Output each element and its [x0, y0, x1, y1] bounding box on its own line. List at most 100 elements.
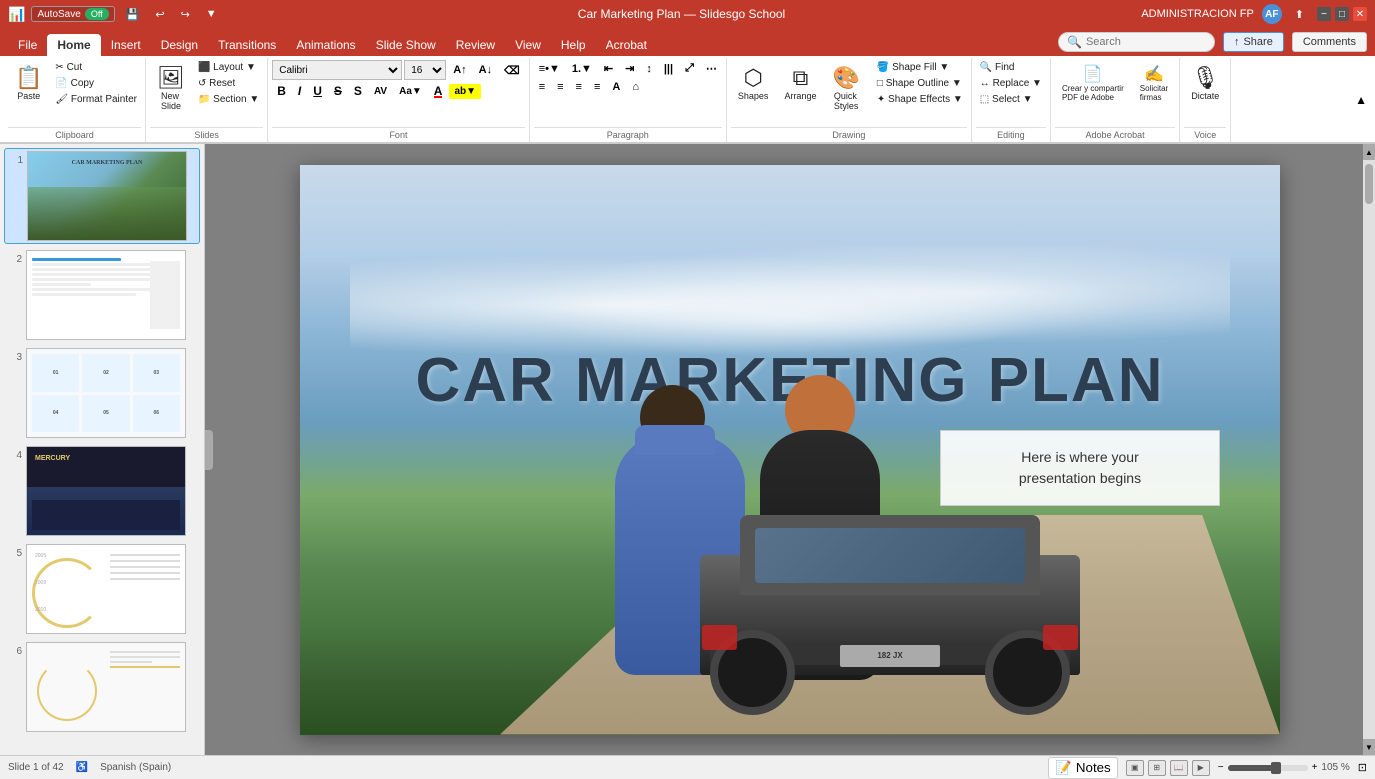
slide-thumbnail-3[interactable]: 3 01 02 03 04 05 06 — [4, 346, 200, 440]
tab-home[interactable]: Home — [47, 34, 100, 56]
find-button[interactable]: 🔍 Find — [976, 60, 1046, 75]
numbering-button[interactable]: 1.▼ — [567, 61, 597, 77]
slide-sorter-button[interactable]: ⊞ — [1148, 760, 1166, 776]
paste-button[interactable]: 📋 Paste — [8, 60, 49, 106]
decrease-indent-button[interactable]: ⇤ — [599, 60, 618, 77]
tab-view[interactable]: View — [505, 34, 551, 56]
align-right-button[interactable]: ≡ — [571, 79, 587, 95]
undo-button[interactable]: ↩ — [150, 6, 169, 23]
presentation-view-button[interactable]: ▶ — [1192, 760, 1210, 776]
zoom-thumb[interactable] — [1271, 762, 1281, 774]
shape-outline-button[interactable]: □ Shape Outline ▼ — [873, 76, 967, 91]
redo-button[interactable]: ↪ — [176, 6, 195, 23]
line-spacing-button[interactable]: ↕ — [641, 61, 657, 77]
slide-thumbnail-1[interactable]: 1 CAR MARKETING PLAN — [4, 148, 200, 244]
shapes-button[interactable]: ⬡ Shapes — [731, 60, 776, 106]
clear-format-button[interactable]: ⌫ — [499, 62, 525, 79]
new-slide-button[interactable]: 🖼 NewSlide — [150, 60, 192, 116]
zoom-slider[interactable] — [1228, 765, 1308, 771]
tab-insert[interactable]: Insert — [101, 34, 151, 56]
scroll-up-button[interactable]: ▲ — [1363, 144, 1375, 160]
shape-fill-button[interactable]: 🪣 Shape Fill ▼ — [873, 60, 967, 75]
columns-button[interactable]: ||| — [659, 61, 678, 77]
maximize-button[interactable]: □ — [1335, 7, 1349, 21]
autosave-control[interactable]: AutoSave Off — [31, 6, 114, 22]
underline-button[interactable]: U — [308, 82, 327, 100]
bullets-button[interactable]: ≡•▼ — [534, 61, 565, 77]
slide-thumbnail-2[interactable]: 2 — [4, 248, 200, 342]
bold-button[interactable]: B — [272, 82, 291, 100]
scroll-thumb[interactable] — [1365, 164, 1373, 204]
customize-qat-button[interactable]: ▼ — [201, 6, 222, 22]
increase-indent-button[interactable]: ⇥ — [620, 60, 639, 77]
format-painter-button[interactable]: 🖌 Format Painter — [51, 92, 141, 107]
scroll-down-button[interactable]: ▼ — [1363, 739, 1375, 755]
reset-button[interactable]: ↺ Reset — [194, 76, 263, 91]
convert-smartart-button[interactable]: ⌂ — [627, 79, 644, 95]
text-shadow-toggle[interactable]: A — [607, 79, 625, 95]
slide-thumbnail-5[interactable]: 5 2005 2009 2010 — [4, 542, 200, 636]
align-center-button[interactable]: ≡ — [552, 79, 568, 95]
notes-button[interactable]: 📝 Notes — [1048, 757, 1117, 779]
font-size-increase-button[interactable]: A↑ — [448, 62, 471, 78]
collapse-ribbon-button[interactable]: ▲ — [1355, 93, 1367, 107]
copy-button[interactable]: 📄 Copy — [51, 76, 141, 91]
vertical-scrollbar[interactable]: ▲ ▼ — [1363, 144, 1375, 755]
quick-styles-button[interactable]: 🎨 QuickStyles — [825, 60, 866, 116]
section-button[interactable]: 📁 Section ▼ — [194, 92, 263, 107]
slide-subtitle-box[interactable]: Here is where your presentation begins — [940, 430, 1220, 506]
char-spacing-button[interactable]: AV — [369, 84, 392, 99]
shape-effects-button[interactable]: ✦ Shape Effects ▼ — [873, 92, 967, 107]
align-left-button[interactable]: ≡ — [534, 79, 550, 95]
close-button[interactable]: ✕ — [1353, 7, 1367, 21]
minimize-button[interactable]: − — [1317, 7, 1331, 21]
justify-button[interactable]: ≡ — [589, 79, 605, 95]
tab-review[interactable]: Review — [446, 34, 505, 56]
replace-button[interactable]: ↔ Replace ▼ — [976, 76, 1046, 91]
highlight-button[interactable]: ab▼ — [449, 84, 481, 99]
font-family-select[interactable]: Calibri — [272, 60, 402, 80]
zoom-in-button[interactable]: + — [1312, 762, 1318, 773]
tab-file[interactable]: File — [8, 34, 47, 56]
cut-button[interactable]: ✂ Cut — [51, 60, 141, 75]
reading-view-button[interactable]: 📖 — [1170, 760, 1188, 776]
autosave-toggle[interactable]: Off — [85, 8, 109, 20]
create-pdf-button[interactable]: 📄 Crear y compartirPDF de Adobe — [1055, 60, 1131, 107]
paragraph-group-label: Paragraph — [534, 127, 722, 142]
arrange-button[interactable]: ⧉ Arrange — [777, 60, 823, 106]
request-signatures-button[interactable]: ✍ Solicitarfirmas — [1133, 60, 1175, 107]
tab-acrobat[interactable]: Acrobat — [596, 34, 657, 56]
strikethrough-button[interactable]: S — [329, 82, 347, 100]
comments-button[interactable]: Comments — [1292, 32, 1367, 52]
tab-design[interactable]: Design — [151, 34, 208, 56]
select-button[interactable]: ⬚ Select ▼ — [976, 92, 1046, 107]
zoom-out-button[interactable]: − — [1218, 762, 1224, 773]
italic-button[interactable]: I — [293, 82, 306, 100]
normal-view-button[interactable]: ▣ — [1126, 760, 1144, 776]
slide-thumbnail-4[interactable]: 4 MERCURY — [4, 444, 200, 538]
tab-transitions[interactable]: Transitions — [208, 34, 286, 56]
panel-collapse-btn[interactable] — [205, 430, 213, 470]
ribbon-display-button[interactable]: ⬆ — [1290, 6, 1309, 23]
font-size-select[interactable]: 16 — [404, 60, 446, 80]
layout-button[interactable]: ⬛ Layout ▼ — [194, 60, 263, 75]
tab-help[interactable]: Help — [551, 34, 596, 56]
zoom-control: − + 105 % — [1218, 762, 1350, 773]
tab-animations[interactable]: Animations — [286, 34, 365, 56]
save-button[interactable]: 💾 — [121, 6, 145, 23]
smart-art-button[interactable]: ⋯ — [701, 60, 722, 77]
share-button[interactable]: ↑ Share — [1223, 32, 1284, 52]
shadow-button[interactable]: S — [349, 82, 367, 100]
font-size-decrease-button[interactable]: A↓ — [474, 62, 497, 78]
user-avatar[interactable]: AF — [1262, 4, 1282, 24]
search-input[interactable] — [1086, 36, 1206, 48]
text-direction-button[interactable]: ⤢ — [680, 60, 699, 77]
change-case-button[interactable]: Aa▼ — [394, 84, 427, 99]
search-box[interactable]: 🔍 — [1058, 32, 1215, 52]
tab-slideshow[interactable]: Slide Show — [366, 34, 446, 56]
slide-panel: 1 CAR MARKETING PLAN 2 — [0, 144, 205, 755]
font-color-button[interactable]: A — [429, 82, 448, 100]
slide-thumbnail-6[interactable]: 6 — [4, 640, 200, 734]
dictate-button[interactable]: 🎙 Dictate — [1184, 60, 1226, 106]
fit-slide-button[interactable]: ⊡ — [1358, 761, 1367, 774]
